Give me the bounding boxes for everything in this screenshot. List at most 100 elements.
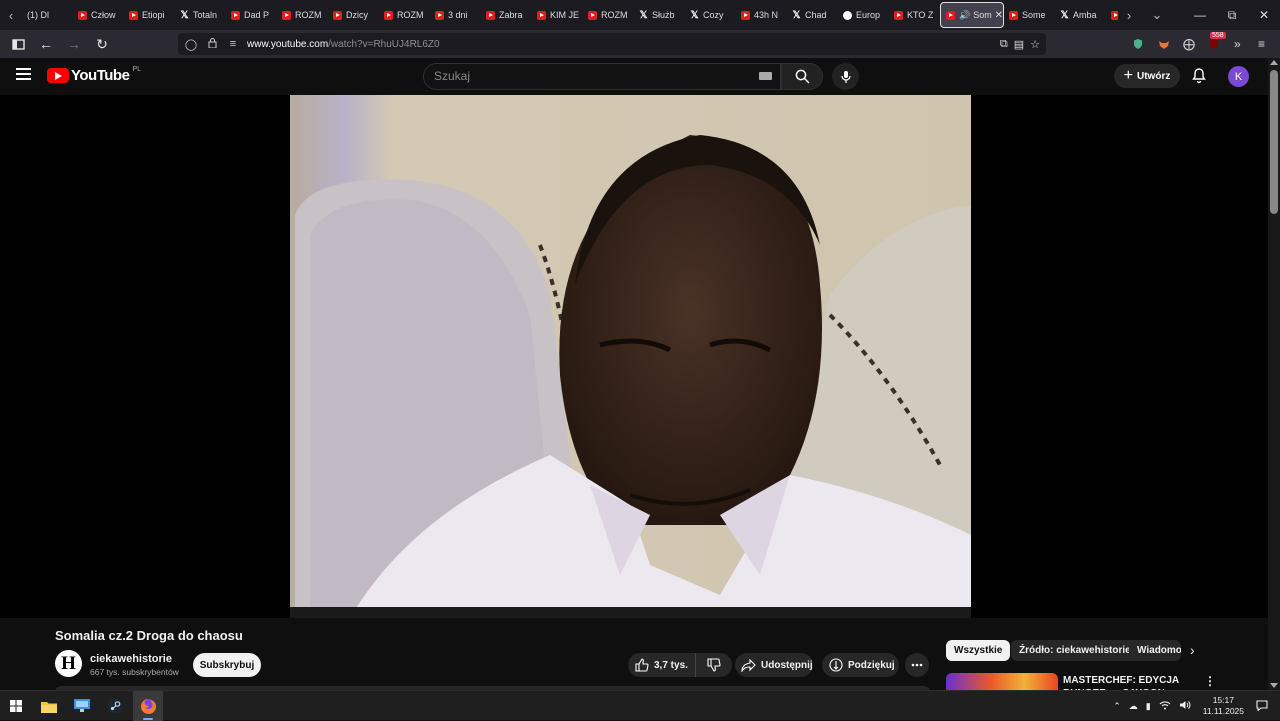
browser-tab[interactable]: (1) Dl bbox=[22, 2, 73, 28]
recommendation-title[interactable]: MASTERCHEF: EDYCJA BUNGEE vs SAYGON bbox=[1063, 674, 1193, 690]
search-icon bbox=[795, 69, 810, 84]
tab-scroll-right-icon[interactable]: › bbox=[1118, 0, 1140, 30]
browser-tab[interactable]: 𝕏 Służb bbox=[634, 2, 685, 28]
firefox-taskbar-icon[interactable] bbox=[133, 691, 163, 721]
window-controls: — ⧉ ✕ bbox=[1184, 0, 1280, 30]
browser-tab[interactable]: nasz bbox=[1106, 2, 1118, 28]
tab-active[interactable]: 🔊 Som ✕ bbox=[940, 2, 1004, 28]
browser-tab[interactable]: 𝕏 Cozy bbox=[685, 2, 736, 28]
like-button[interactable]: 3,7 tys. bbox=[628, 653, 696, 677]
like-dislike-group: 3,7 tys. bbox=[628, 653, 732, 677]
extensions-puzzle-icon[interactable]: ⨁ bbox=[1183, 30, 1195, 58]
notifications-center-icon[interactable] bbox=[1256, 699, 1268, 713]
restore-icon[interactable]: ⧉ bbox=[1216, 0, 1248, 30]
close-window-icon[interactable]: ✕ bbox=[1248, 0, 1280, 30]
browser-tab[interactable]: Człow bbox=[73, 2, 124, 28]
page-scrollbar[interactable] bbox=[1268, 58, 1280, 690]
guide-menu-icon[interactable] bbox=[16, 68, 31, 80]
chip-all[interactable]: Wszystkie bbox=[946, 640, 1011, 661]
tray-overflow-chevron-icon[interactable]: ⌃ bbox=[1113, 701, 1121, 712]
extension-shield-icon[interactable] bbox=[1132, 30, 1144, 58]
browser-tab[interactable]: 𝕏 Totaln bbox=[175, 2, 226, 28]
windows-taskbar: ⌃ ☁ ▮ 15:17 11.11.2025 bbox=[0, 690, 1280, 721]
create-button[interactable]: + Utwórz bbox=[1114, 64, 1180, 88]
browser-tab[interactable]: 𝕏 Chad bbox=[787, 2, 838, 28]
share-label: Udostępnij bbox=[761, 659, 813, 671]
browser-tab[interactable]: Dzicy bbox=[328, 2, 379, 28]
browser-tab[interactable]: ROZM bbox=[277, 2, 328, 28]
onedrive-cloud-icon[interactable]: ☁ bbox=[1129, 701, 1138, 712]
more-actions-button[interactable] bbox=[905, 653, 929, 677]
recommendation-thumbnail[interactable] bbox=[946, 673, 1058, 690]
browser-tab[interactable]: Zabra bbox=[481, 2, 532, 28]
recommendation-menu-icon[interactable]: ⋮ bbox=[1204, 674, 1216, 688]
taskbar-clock[interactable]: 15:17 11.11.2025 bbox=[1203, 695, 1244, 717]
scroll-down-icon[interactable] bbox=[1270, 683, 1278, 688]
browser-tab[interactable]: Some bbox=[1004, 2, 1055, 28]
remote-desktop-icon[interactable] bbox=[67, 691, 97, 721]
overflow-chevrons-icon[interactable]: » bbox=[1234, 30, 1241, 58]
youtube-favicon-icon bbox=[384, 10, 393, 20]
reader-view-icon[interactable]: ▤ bbox=[1014, 38, 1024, 51]
youtube-favicon-icon bbox=[1009, 10, 1018, 20]
scroll-up-icon[interactable] bbox=[1270, 60, 1278, 65]
browser-tab[interactable]: KIM JE bbox=[532, 2, 583, 28]
keyboard-icon[interactable] bbox=[759, 72, 772, 80]
start-windows-icon[interactable] bbox=[1, 691, 31, 721]
reload-icon[interactable]: ↻ bbox=[90, 32, 114, 56]
picture-in-picture-icon[interactable]: ⧉ bbox=[1000, 38, 1008, 51]
channel-name[interactable]: ciekawehistorie bbox=[90, 653, 172, 665]
subscribe-button[interactable]: Subskrybuj bbox=[193, 653, 261, 677]
video-player[interactable] bbox=[0, 95, 1268, 618]
channel-avatar[interactable]: H bbox=[55, 650, 82, 677]
browser-tab[interactable]: 𝕏 Amba bbox=[1055, 2, 1106, 28]
tab-audio-playing-icon[interactable]: 🔊 bbox=[959, 10, 970, 21]
chip-news[interactable]: Wiadomości bbox=[1129, 640, 1181, 661]
avatar[interactable]: K bbox=[1228, 66, 1249, 87]
browser-tab[interactable]: Dad P bbox=[226, 2, 277, 28]
lock-icon[interactable] bbox=[204, 37, 220, 51]
chip-source[interactable]: Źródło: ciekawehistorie bbox=[1011, 640, 1139, 661]
search-button[interactable] bbox=[781, 63, 823, 90]
notifications-bell-icon[interactable] bbox=[1190, 67, 1208, 85]
bookmark-star-icon[interactable]: ☆ bbox=[1030, 38, 1040, 51]
browser-tab[interactable]: ROZM bbox=[379, 2, 430, 28]
browser-tab[interactable]: Etiopi bbox=[124, 2, 175, 28]
app-menu-icon[interactable]: ≡ bbox=[1258, 30, 1265, 58]
tab-list-chevron-icon[interactable]: ⌄ bbox=[1146, 0, 1168, 30]
browser-tab[interactable]: Europ bbox=[838, 2, 889, 28]
address-bar[interactable]: ◯ ≡ www.youtube.com/watch?v=RhuUJ4RL6Z0 … bbox=[178, 33, 1046, 55]
tab-scroll-left-icon[interactable]: ‹ bbox=[0, 0, 22, 30]
youtube-logo[interactable]: YouTube PL bbox=[47, 66, 141, 84]
globe-favicon-icon bbox=[843, 10, 852, 20]
browser-tab[interactable]: KTO Z bbox=[889, 2, 940, 28]
thanks-button[interactable]: Podziękuj bbox=[822, 653, 899, 677]
minimize-icon[interactable]: — bbox=[1184, 0, 1216, 30]
extension-fox-icon[interactable] bbox=[1158, 30, 1170, 58]
back-icon[interactable]: ← bbox=[34, 32, 58, 56]
dislike-button[interactable] bbox=[696, 653, 732, 677]
steam-icon[interactable] bbox=[100, 691, 130, 721]
video-frame[interactable] bbox=[290, 95, 971, 618]
thanks-label: Podziękuj bbox=[848, 659, 895, 671]
create-label: Utwórz bbox=[1137, 70, 1171, 82]
file-explorer-icon[interactable] bbox=[34, 691, 64, 721]
browser-tab[interactable]: ROZM bbox=[583, 2, 634, 28]
forward-icon[interactable]: → bbox=[62, 32, 86, 56]
sidebar-toggle-icon[interactable] bbox=[6, 32, 30, 56]
close-tab-icon[interactable]: ✕ bbox=[995, 10, 1003, 21]
chips-next-chevron-icon[interactable]: › bbox=[1190, 642, 1195, 658]
x-favicon-icon: 𝕏 bbox=[639, 9, 648, 21]
browser-tab[interactable]: 43h N bbox=[736, 2, 787, 28]
search-input[interactable]: Szukaj bbox=[423, 63, 781, 90]
usb-device-icon[interactable]: ▮ bbox=[1146, 701, 1151, 712]
wifi-icon[interactable] bbox=[1159, 700, 1171, 712]
voice-search-button[interactable] bbox=[832, 63, 859, 90]
volume-icon[interactable] bbox=[1179, 700, 1191, 712]
permissions-icon[interactable]: ≡ bbox=[225, 38, 241, 50]
browser-tab[interactable]: 3 dni bbox=[430, 2, 481, 28]
tracking-shield-icon[interactable]: ◯ bbox=[183, 38, 199, 51]
share-button[interactable]: Udostępnij bbox=[735, 653, 813, 677]
extension-badge-count: 558 bbox=[1210, 32, 1226, 39]
scrollbar-thumb[interactable] bbox=[1270, 70, 1278, 214]
